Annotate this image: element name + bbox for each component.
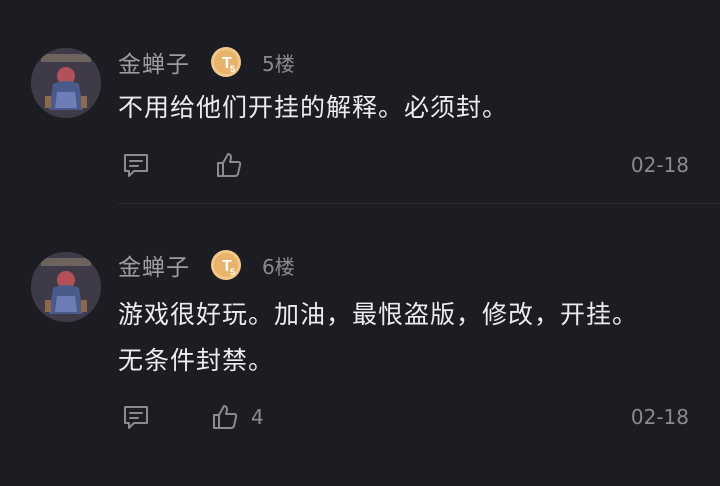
floor-number: 5楼 <box>262 52 295 76</box>
username[interactable]: 金蝉子 <box>118 248 190 282</box>
user-avatar[interactable] <box>31 48 101 118</box>
svg-text:5: 5 <box>230 64 235 74</box>
comment-date: 02-18 <box>630 153 689 177</box>
comment-text: 游戏很好玩。加油，最恨盗版，修改，开挂。 无条件封禁。 <box>118 295 688 381</box>
comment-date: 02-18 <box>630 405 689 429</box>
level-badge-icon: T 5 <box>211 47 241 77</box>
svg-text:5: 5 <box>230 267 235 277</box>
comment-item: 金蝉子 T 5 5楼 不用给他们开挂的解释。必须封。 02-18 <box>0 0 720 204</box>
comment-text-line: 无条件封禁。 <box>118 346 275 375</box>
like-icon[interactable] <box>210 402 240 432</box>
username[interactable]: 金蝉子 <box>118 45 190 79</box>
reply-icon[interactable] <box>121 402 151 432</box>
floor-number: 6楼 <box>262 255 295 279</box>
comment-item: 金蝉子 T 5 6楼 游戏很好玩。加油，最恨盗版，修改，开挂。 无条件封禁。 4… <box>0 204 720 486</box>
level-badge-icon: T 5 <box>211 250 241 280</box>
avatar-image <box>31 48 101 118</box>
avatar-image <box>31 252 101 322</box>
reply-icon[interactable] <box>121 150 151 180</box>
user-avatar[interactable] <box>31 252 101 322</box>
comment-text: 不用给他们开挂的解释。必须封。 <box>118 93 509 122</box>
like-count: 4 <box>251 405 264 429</box>
like-icon[interactable] <box>214 150 244 180</box>
comment-text-line: 游戏很好玩。加油，最恨盗版，修改，开挂。 <box>118 300 639 329</box>
